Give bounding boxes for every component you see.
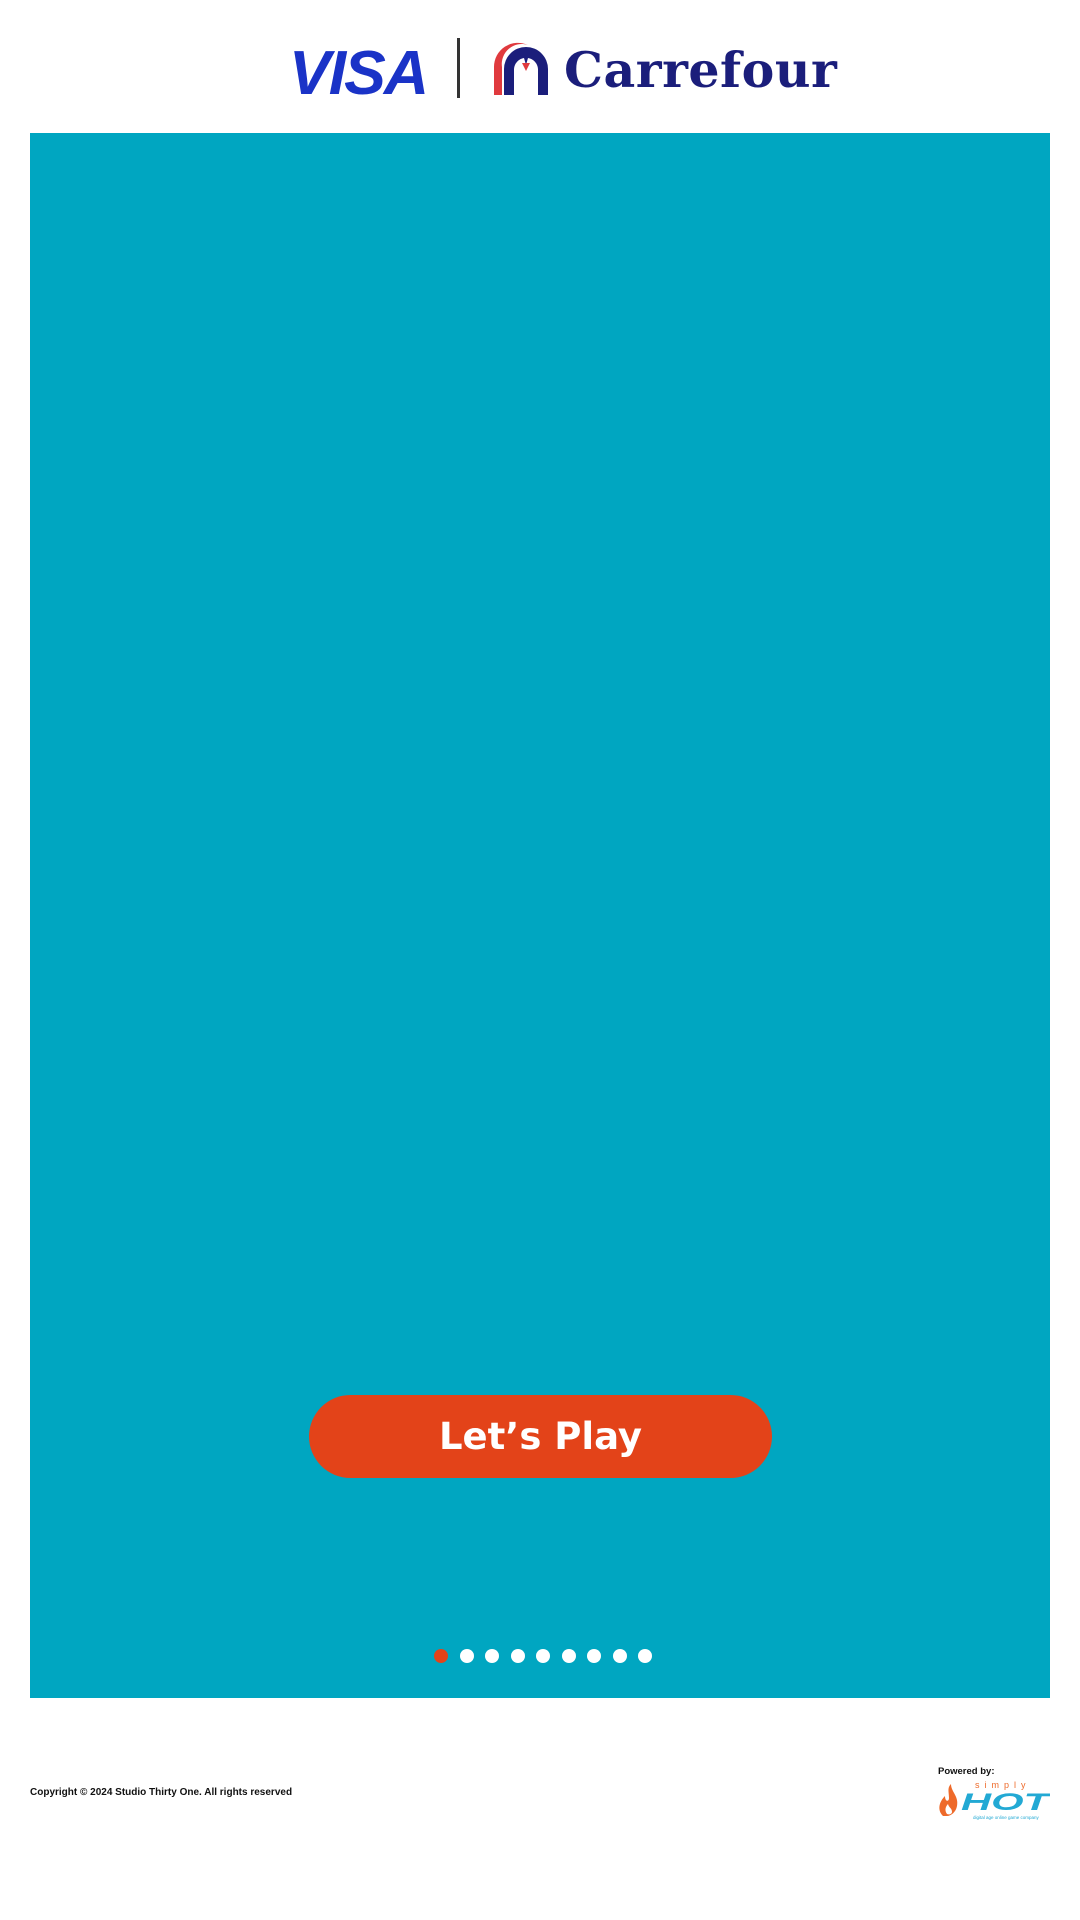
visa-logo-graphic: VISA bbox=[289, 48, 427, 96]
pagination-dot[interactable] bbox=[612, 1649, 627, 1663]
pagination-dot[interactable] bbox=[434, 1649, 448, 1663]
visa-logo: VISA bbox=[289, 48, 427, 96]
game-panel: Let’s Play bbox=[30, 133, 1050, 1698]
svg-text:digital age online game compan: digital age online game company bbox=[973, 1815, 1040, 1820]
pagination-dot[interactable] bbox=[587, 1649, 601, 1663]
lets-play-button[interactable]: Let’s Play bbox=[309, 1395, 772, 1478]
carrefour-arch-icon bbox=[492, 41, 550, 95]
header: VISA Carrefour bbox=[0, 36, 1080, 100]
copyright-text: Copyright © 2024 Studio Thirty One. All … bbox=[30, 1787, 293, 1798]
page: VISA Carrefour Let’s Play Copyright © 20… bbox=[0, 0, 1080, 1920]
pagination-dot[interactable] bbox=[459, 1649, 474, 1663]
pagination-dot[interactable] bbox=[510, 1649, 525, 1663]
pagination-dot[interactable] bbox=[638, 1649, 652, 1663]
powered-by-label: Powered by: bbox=[938, 1766, 995, 1777]
logo-divider bbox=[457, 38, 460, 98]
carousel-pagination bbox=[30, 1649, 1050, 1663]
svg-text:VISA: VISA bbox=[289, 48, 427, 96]
svg-text:HOT: HOT bbox=[961, 1789, 1050, 1816]
simplyhot-logo: simply HOT digital age online game compa… bbox=[937, 1780, 1053, 1820]
pagination-dot[interactable] bbox=[485, 1649, 499, 1663]
pagination-dot[interactable] bbox=[561, 1649, 576, 1663]
pagination-dot[interactable] bbox=[536, 1649, 550, 1663]
carrefour-wordmark: Carrefour bbox=[564, 41, 838, 99]
